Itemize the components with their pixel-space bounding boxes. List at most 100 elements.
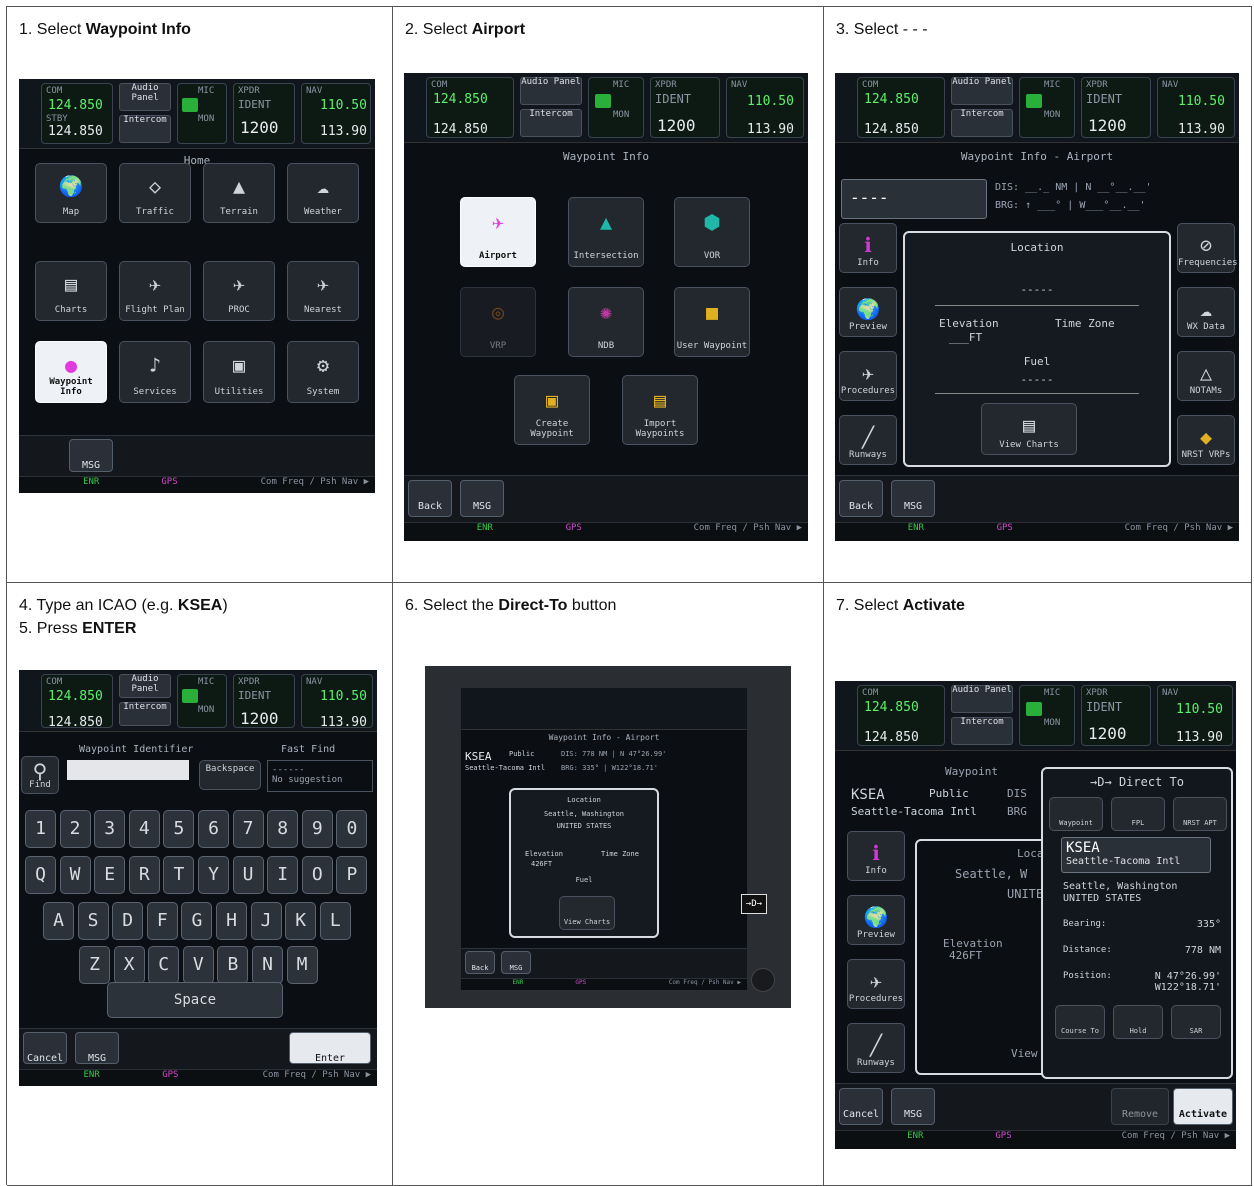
tab-fpl[interactable]: FPL [1111,797,1165,831]
key-g[interactable]: G [181,902,213,940]
activate-button[interactable]: Activate [1173,1088,1233,1125]
backspace-button[interactable]: Backspace [199,760,261,790]
nrst-vrps-button[interactable]: ◆ NRST VRPs [1177,415,1235,465]
key-k[interactable]: K [285,902,317,940]
ndb-tile[interactable]: ✺ NDB [568,287,644,357]
key-9[interactable]: 9 [301,810,333,848]
ident-field[interactable]: ---- [841,179,987,219]
procedures-icon: ✈ [861,360,875,385]
key-n[interactable]: N [252,946,283,984]
step-3-cell: 3. Select - - - COM 124.850 124.850 Audio … [824,7,1252,583]
vrp-tile[interactable]: ◎ VRP [460,287,536,357]
key-o[interactable]: O [301,856,333,894]
key-5[interactable]: 5 [163,810,195,848]
import-icon: ▤ [653,388,667,413]
view-charts-button[interactable]: ▤ View Charts [981,403,1077,455]
key-v[interactable]: V [182,946,214,984]
cancel-button[interactable]: Cancel [839,1088,883,1125]
audio-panel-button[interactable]: Audio Panel [520,77,582,105]
ksea-bezel-screenshot: Waypoint Info - Airport KSEA Public Seat… [425,666,791,1008]
msg-button[interactable]: MSG [460,480,504,517]
key-4[interactable]: 4 [128,810,160,848]
knob[interactable] [751,968,775,992]
view-charts-button[interactable]: View Charts [559,896,615,930]
back-button[interactable]: Back [408,480,452,517]
msg-button[interactable]: MSG [891,480,935,517]
enter-button[interactable]: Enter [289,1032,371,1065]
back-button[interactable]: Back [839,480,883,517]
create-waypoint-tile[interactable]: ▣ Create Waypoint [514,375,590,445]
key-c[interactable]: C [148,946,180,984]
key-s[interactable]: S [77,902,109,940]
key-1[interactable]: 1 [25,810,56,848]
key-3[interactable]: 3 [94,810,126,848]
key-i[interactable]: I [267,856,299,894]
tab-waypoint[interactable]: Waypoint [1049,797,1103,831]
key-q[interactable]: Q [25,856,56,894]
msg-button[interactable]: MSG [891,1088,935,1125]
intersection-icon: ▲ [599,210,613,235]
ksea-detail-panel: Location Seattle, Washington UNITED STAT… [509,788,659,938]
suggestion-box[interactable]: ------ No suggestion [267,760,373,792]
intersection-tile[interactable]: ▲ Intersection [568,197,644,267]
frequencies-icon: ⊘ [1199,232,1213,257]
intercom-button[interactable]: Intercom [520,108,582,137]
vor-tile[interactable]: ⬢ VOR [674,197,750,267]
direct-to-button[interactable]: →D→ [741,894,767,914]
key-u[interactable]: U [232,856,264,894]
user-waypoint-icon: ■ [705,300,719,325]
cancel-button[interactable]: Cancel [23,1032,67,1065]
wx-data-button[interactable]: ☁ WX Data [1177,287,1235,337]
key-a[interactable]: A [43,902,74,940]
waypoint-info-screenshot: COM 124.850 124.850 Audio Panel Intercom M… [404,73,808,541]
airport-info-screenshot: COM 124.850 124.850 Audio Panel Intercom M… [835,73,1239,541]
course-to-button[interactable]: Course To [1055,1005,1105,1039]
space-key[interactable]: Space [107,982,283,1018]
key-j[interactable]: J [250,902,282,940]
info-button[interactable]: ℹ Info [839,223,897,273]
key-6[interactable]: 6 [198,810,229,848]
softkeys: Back MSG [404,475,808,523]
key-y[interactable]: Y [198,856,229,894]
hold-button[interactable]: Hold [1113,1005,1163,1039]
sar-button[interactable]: SAR [1171,1005,1221,1039]
key-t[interactable]: T [163,856,195,894]
key-z[interactable]: Z [79,946,110,984]
identifier-input[interactable] [67,760,189,780]
key-e[interactable]: E [94,856,126,894]
direct-to-ident-field[interactable]: KSEA Seattle-Tacoma Intl [1061,837,1211,873]
key-h[interactable]: H [216,902,247,940]
frequencies-button[interactable]: ⊘ Frequencies [1177,223,1238,273]
key-b[interactable]: B [217,946,249,984]
tab-nrst-apt[interactable]: NRST APT [1173,797,1227,831]
import-waypoints-tile[interactable]: ▤ Import Waypoints [622,375,698,445]
notams-button[interactable]: △ NOTAMs [1177,351,1235,401]
status-bar: ENR GPS Com Freq / Psh Nav ▶ [404,522,808,541]
key-0[interactable]: 0 [336,810,368,848]
runways-button[interactable]: ╱ Runways [839,415,897,465]
vrp-icon: ◆ [1199,424,1213,449]
key-l[interactable]: L [319,902,351,940]
msg-button[interactable]: MSG [75,1032,119,1065]
vor-icon: ⬢ [703,210,721,235]
key-p[interactable]: P [336,856,368,894]
step-6-caption: 6. Select the Direct-To button [405,597,617,614]
step-3-caption: 3. Select - - - [836,21,928,38]
preview-button[interactable]: 🌍 Preview [839,287,897,337]
key-7[interactable]: 7 [232,810,264,848]
remove-button[interactable]: Remove [1111,1088,1169,1125]
key-2[interactable]: 2 [59,810,91,848]
key-m[interactable]: M [286,946,318,984]
airport-tile[interactable]: ✈ Airport [460,197,536,267]
key-d[interactable]: D [112,902,144,940]
find-button[interactable]: ⚲ Find [21,756,59,794]
key-x[interactable]: X [113,946,145,984]
user-waypoint-tile[interactable]: ■ User Waypoint [674,287,750,357]
direct-to-panel: →D→ Direct To Waypoint FPL NRST APT KSEA… [1041,767,1233,1079]
instruction-grid: 1. Select Waypoint Info COM 124.850 STBY 12… [6,6,1252,1186]
key-f[interactable]: F [146,902,178,940]
key-w[interactable]: W [59,856,91,894]
procedures-button[interactable]: ✈ Procedures [839,351,897,401]
key-r[interactable]: R [128,856,160,894]
key-8[interactable]: 8 [267,810,299,848]
